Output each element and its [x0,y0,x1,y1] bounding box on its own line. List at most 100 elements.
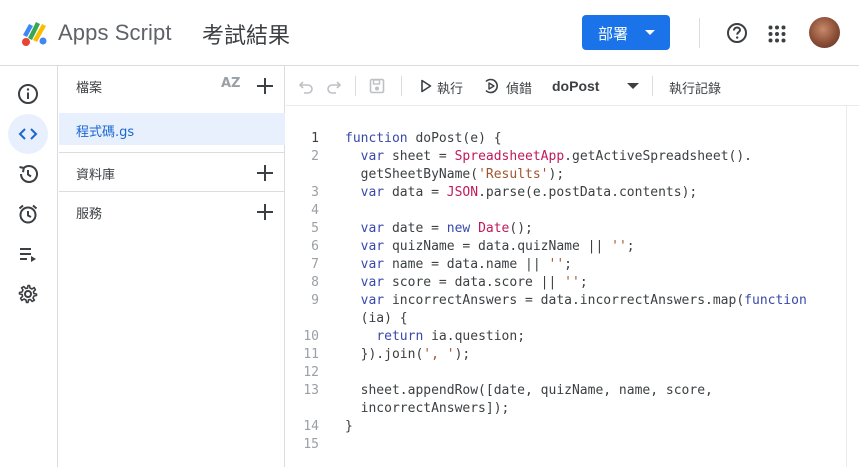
files-panel: 檔案 AZ 程式碼.gs 資料庫 服務 [59,66,285,467]
executions-list-icon [20,248,36,262]
code-line[interactable]: 15 [286,436,859,454]
code-line[interactable]: 9 var incorrectAnswers = data.incorrectA… [286,292,859,310]
code-line[interactable]: incorrectAnswers]); [286,400,859,418]
line-number: 2 [311,149,319,164]
code-line[interactable]: 10 return ia.question; [286,328,859,346]
code-line[interactable]: 13 sheet.appendRow([date, quizName, name… [286,382,859,400]
project-title[interactable]: 考試結果 [202,18,290,50]
section-label: 資料庫 [76,168,116,183]
function-select[interactable]: doPost [552,78,599,94]
code-line[interactable]: 11 }).join(', '); [286,346,859,364]
debug-button[interactable]: 偵錯 [506,78,532,97]
line-number: 12 [303,365,319,380]
editor-toolbar: 執行 偵錯 doPost 執行記錄 [286,66,859,106]
code-text: var quizName = data.quizName || ''; [360,239,635,254]
history-button[interactable] [8,154,48,194]
section-label: 服務 [76,207,103,222]
history-icon [19,165,38,183]
file-item[interactable]: 程式碼.gs [59,113,285,145]
editor-button[interactable] [8,114,48,154]
toolbar-divider [652,76,653,96]
code-editor[interactable]: 1 function doPost(e) { 2 var sheet = Sprea… [286,106,859,467]
code-line[interactable]: 8 var score = data.score || ''; [286,274,859,292]
redo-icon[interactable] [326,78,342,94]
code-line[interactable]: 4 [286,202,859,220]
deploy-button[interactable]: 部署 [582,15,670,50]
settings-button[interactable] [8,274,48,314]
line-number: 8 [311,275,319,290]
top-bar: Apps Script 考試結果 部署 [0,0,859,66]
line-number: 10 [303,329,319,344]
code-text: (ia) { [345,311,408,326]
code-text: getSheetByName('Results'); [345,167,565,182]
apps-grid-icon[interactable] [768,25,786,43]
divider [699,18,700,48]
code-text: function doPost(e) { [345,131,502,146]
code-line[interactable]: 2 var sheet = SpreadsheetApp.getActiveSp… [286,148,859,166]
file-name: 程式碼.gs [76,125,135,140]
deploy-label: 部署 [598,25,629,43]
code-text: return ia.question; [376,329,526,344]
line-number: 1 [311,131,319,146]
add-service-icon[interactable] [256,203,274,221]
code-text: sheet.appendRow([date, quizName, name, s… [345,383,713,398]
code-text: var incorrectAnswers = data.incorrectAns… [360,293,807,308]
line-number: 9 [311,293,319,308]
code-text: var name = data.name || ''; [360,257,572,272]
left-rail [0,66,58,467]
code-line[interactable]: 6 var quizName = data.quizName || ''; [286,238,859,256]
files-title: 檔案 [76,81,103,96]
undo-icon[interactable] [298,78,314,94]
alarm-clock-icon [18,204,38,224]
line-number: 3 [311,185,319,200]
avatar[interactable] [809,17,840,48]
code-line[interactable]: 3 var data = JSON.parse(e.postData.conte… [286,184,859,202]
toolbar-divider [355,76,356,96]
line-number: 11 [303,347,319,362]
code-line[interactable]: 1 function doPost(e) { [286,130,859,148]
caret-down-icon [645,30,655,35]
code-line[interactable]: 7 var name = data.name || ''; [286,256,859,274]
code-text: var date = new Date(); [360,221,533,236]
code-line[interactable]: (ia) { [286,310,859,328]
code-text: }).join(', '); [345,347,471,362]
code-line[interactable]: getSheetByName('Results'); [286,166,859,184]
code-text: var sheet = SpreadsheetApp.getActiveSpre… [360,149,753,164]
code-text: var score = data.score || ''; [360,275,588,290]
toolbar-divider [401,76,402,96]
line-number: 14 [303,419,319,434]
line-number: 6 [311,239,319,254]
line-number: 15 [303,437,319,452]
add-file-icon[interactable] [256,77,274,95]
triggers-button[interactable] [8,194,48,234]
add-library-icon[interactable] [256,164,274,182]
app-name: Apps Script [58,20,172,45]
code-text: incorrectAnswers]); [345,401,510,416]
debug-icon[interactable] [483,78,499,94]
code-text: } [345,419,353,434]
line-number: 4 [311,203,319,218]
overview-icon [18,84,38,104]
play-icon[interactable] [420,79,432,93]
files-header: 檔案 AZ [59,66,285,106]
dropdown-caret-icon[interactable] [627,83,639,89]
sort-az-icon[interactable]: AZ [221,76,241,91]
code-line[interactable]: 12 [286,364,859,382]
section-services[interactable]: 服務 [59,191,285,230]
apps-script-logo-icon[interactable] [20,18,50,48]
executions-button[interactable] [8,234,48,274]
line-number: 5 [311,221,319,236]
run-button[interactable]: 執行 [437,78,463,97]
code-line[interactable]: 14} [286,418,859,436]
line-number: 13 [303,383,319,398]
save-icon[interactable] [369,78,385,94]
line-number: 7 [311,257,319,272]
gear-icon [18,284,38,304]
code-text: var data = JSON.parse(e.postData.content… [360,185,698,200]
help-icon[interactable] [726,22,748,44]
execution-log-button[interactable]: 執行記錄 [669,78,721,97]
code-line[interactable]: 5 var date = new Date(); [286,220,859,238]
overview-button[interactable] [8,74,48,114]
code-icon [18,128,38,140]
section-libraries[interactable]: 資料庫 [59,152,285,191]
